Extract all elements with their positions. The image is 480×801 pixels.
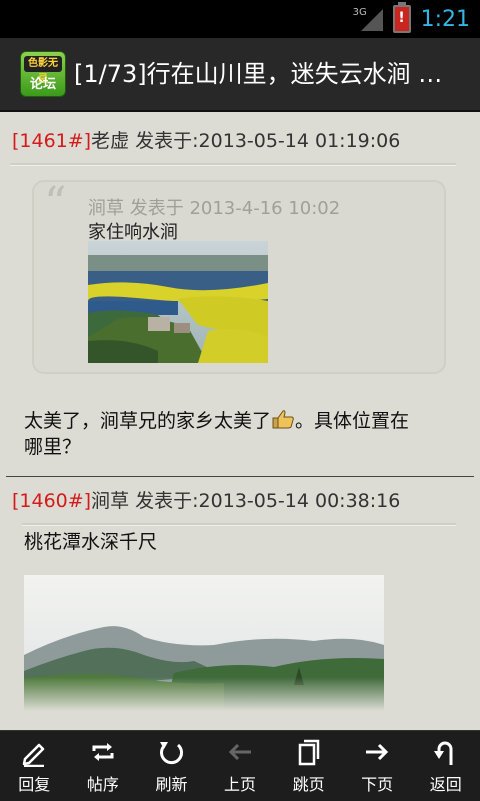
pages-icon [298, 739, 319, 766]
prev-page-button[interactable]: 上页 [206, 731, 275, 801]
reply-label: 回复 [18, 775, 51, 794]
refresh-button[interactable]: 刷新 [137, 731, 206, 801]
reply-button[interactable]: 回复 [0, 731, 69, 801]
arrow-left-icon [228, 743, 252, 761]
clock: 1:21 [420, 6, 470, 32]
next-page-label: 下页 [361, 775, 394, 794]
title-bar: 色影无忌 论坛 [1/73]行在山川里，迷失云水涧 … [0, 38, 480, 112]
logo-top-text: 色影无忌 [24, 56, 62, 85]
post-author-line: 涧草 发表于:2013-05-14 00:38:16 [91, 490, 401, 512]
battery-icon: ! [392, 2, 411, 33]
jump-page-label: 跳页 [292, 775, 325, 794]
divider [10, 163, 456, 166]
post-header: [1460#]涧草 发表于:2013-05-14 00:38:16 [12, 486, 400, 513]
repeat-icon [92, 743, 114, 761]
quote-image[interactable] [88, 241, 268, 363]
page-title: [1/73]行在山川里，迷失云水涧 … [74, 60, 443, 88]
post-order-button[interactable]: 帖序 [69, 731, 138, 801]
pencil-icon [23, 743, 45, 767]
logo-bottom-text: 论坛 [29, 77, 56, 92]
back-icon [433, 741, 453, 765]
post-image[interactable] [24, 575, 384, 711]
refresh-icon [160, 742, 184, 765]
quote-mark-icon: “ [44, 178, 67, 229]
post-text-part1: 太美了，涧草兄的家乡太美了 [24, 410, 272, 432]
post-text-line2: 哪里？ [24, 436, 82, 458]
post-header: [1461#]老虚 发表于:2013-05-14 01:19:06 [12, 126, 400, 153]
landscape-photo [88, 241, 268, 363]
next-page-button[interactable]: 下页 [343, 731, 412, 801]
status-icons: 3G ! 1:21 [353, 0, 470, 38]
app-logo[interactable]: 色影无忌 论坛 [20, 51, 66, 97]
signal-indicator: 3G [353, 5, 383, 33]
post-number[interactable]: [1461#] [12, 130, 91, 152]
post-author-line: 老虚 发表于:2013-05-14 01:19:06 [91, 130, 401, 152]
jump-page-button[interactable]: 跳页 [274, 731, 343, 801]
bottom-toolbar: 回复 帖序 刷新 上页 跳页 下页 返回 [0, 730, 480, 801]
post-separator [6, 476, 474, 477]
quote-meta: 涧草 发表于 2013-4-16 10:02 [88, 198, 341, 219]
post-body: 太美了，涧草兄的家乡太美了 。具体位置在 哪里？ [24, 408, 409, 460]
divider [22, 523, 456, 526]
post-body: 桃花潭水深千尺 [24, 531, 158, 553]
arrow-right-icon [366, 743, 389, 761]
status-bar: 3G ! 1:21 [0, 0, 480, 38]
back-button[interactable]: 返回 [411, 731, 480, 801]
mountain-photo [24, 575, 384, 711]
thumbs-up-icon [272, 410, 294, 429]
thread-content[interactable]: [1461#]老虚 发表于:2013-05-14 01:19:06 “ 涧草 发… [0, 110, 480, 730]
post-order-label: 帖序 [86, 775, 119, 794]
post-text-part2: 。具体位置在 [295, 410, 410, 432]
prev-page-label: 上页 [224, 775, 257, 794]
post-number[interactable]: [1460#] [12, 490, 91, 512]
battery-alert-mark: ! [398, 10, 405, 26]
signal-icon [360, 9, 383, 31]
back-label: 返回 [429, 775, 462, 794]
refresh-label: 刷新 [155, 775, 188, 794]
quote-block: “ 涧草 发表于 2013-4-16 10:02 家住响水涧 [32, 180, 446, 374]
